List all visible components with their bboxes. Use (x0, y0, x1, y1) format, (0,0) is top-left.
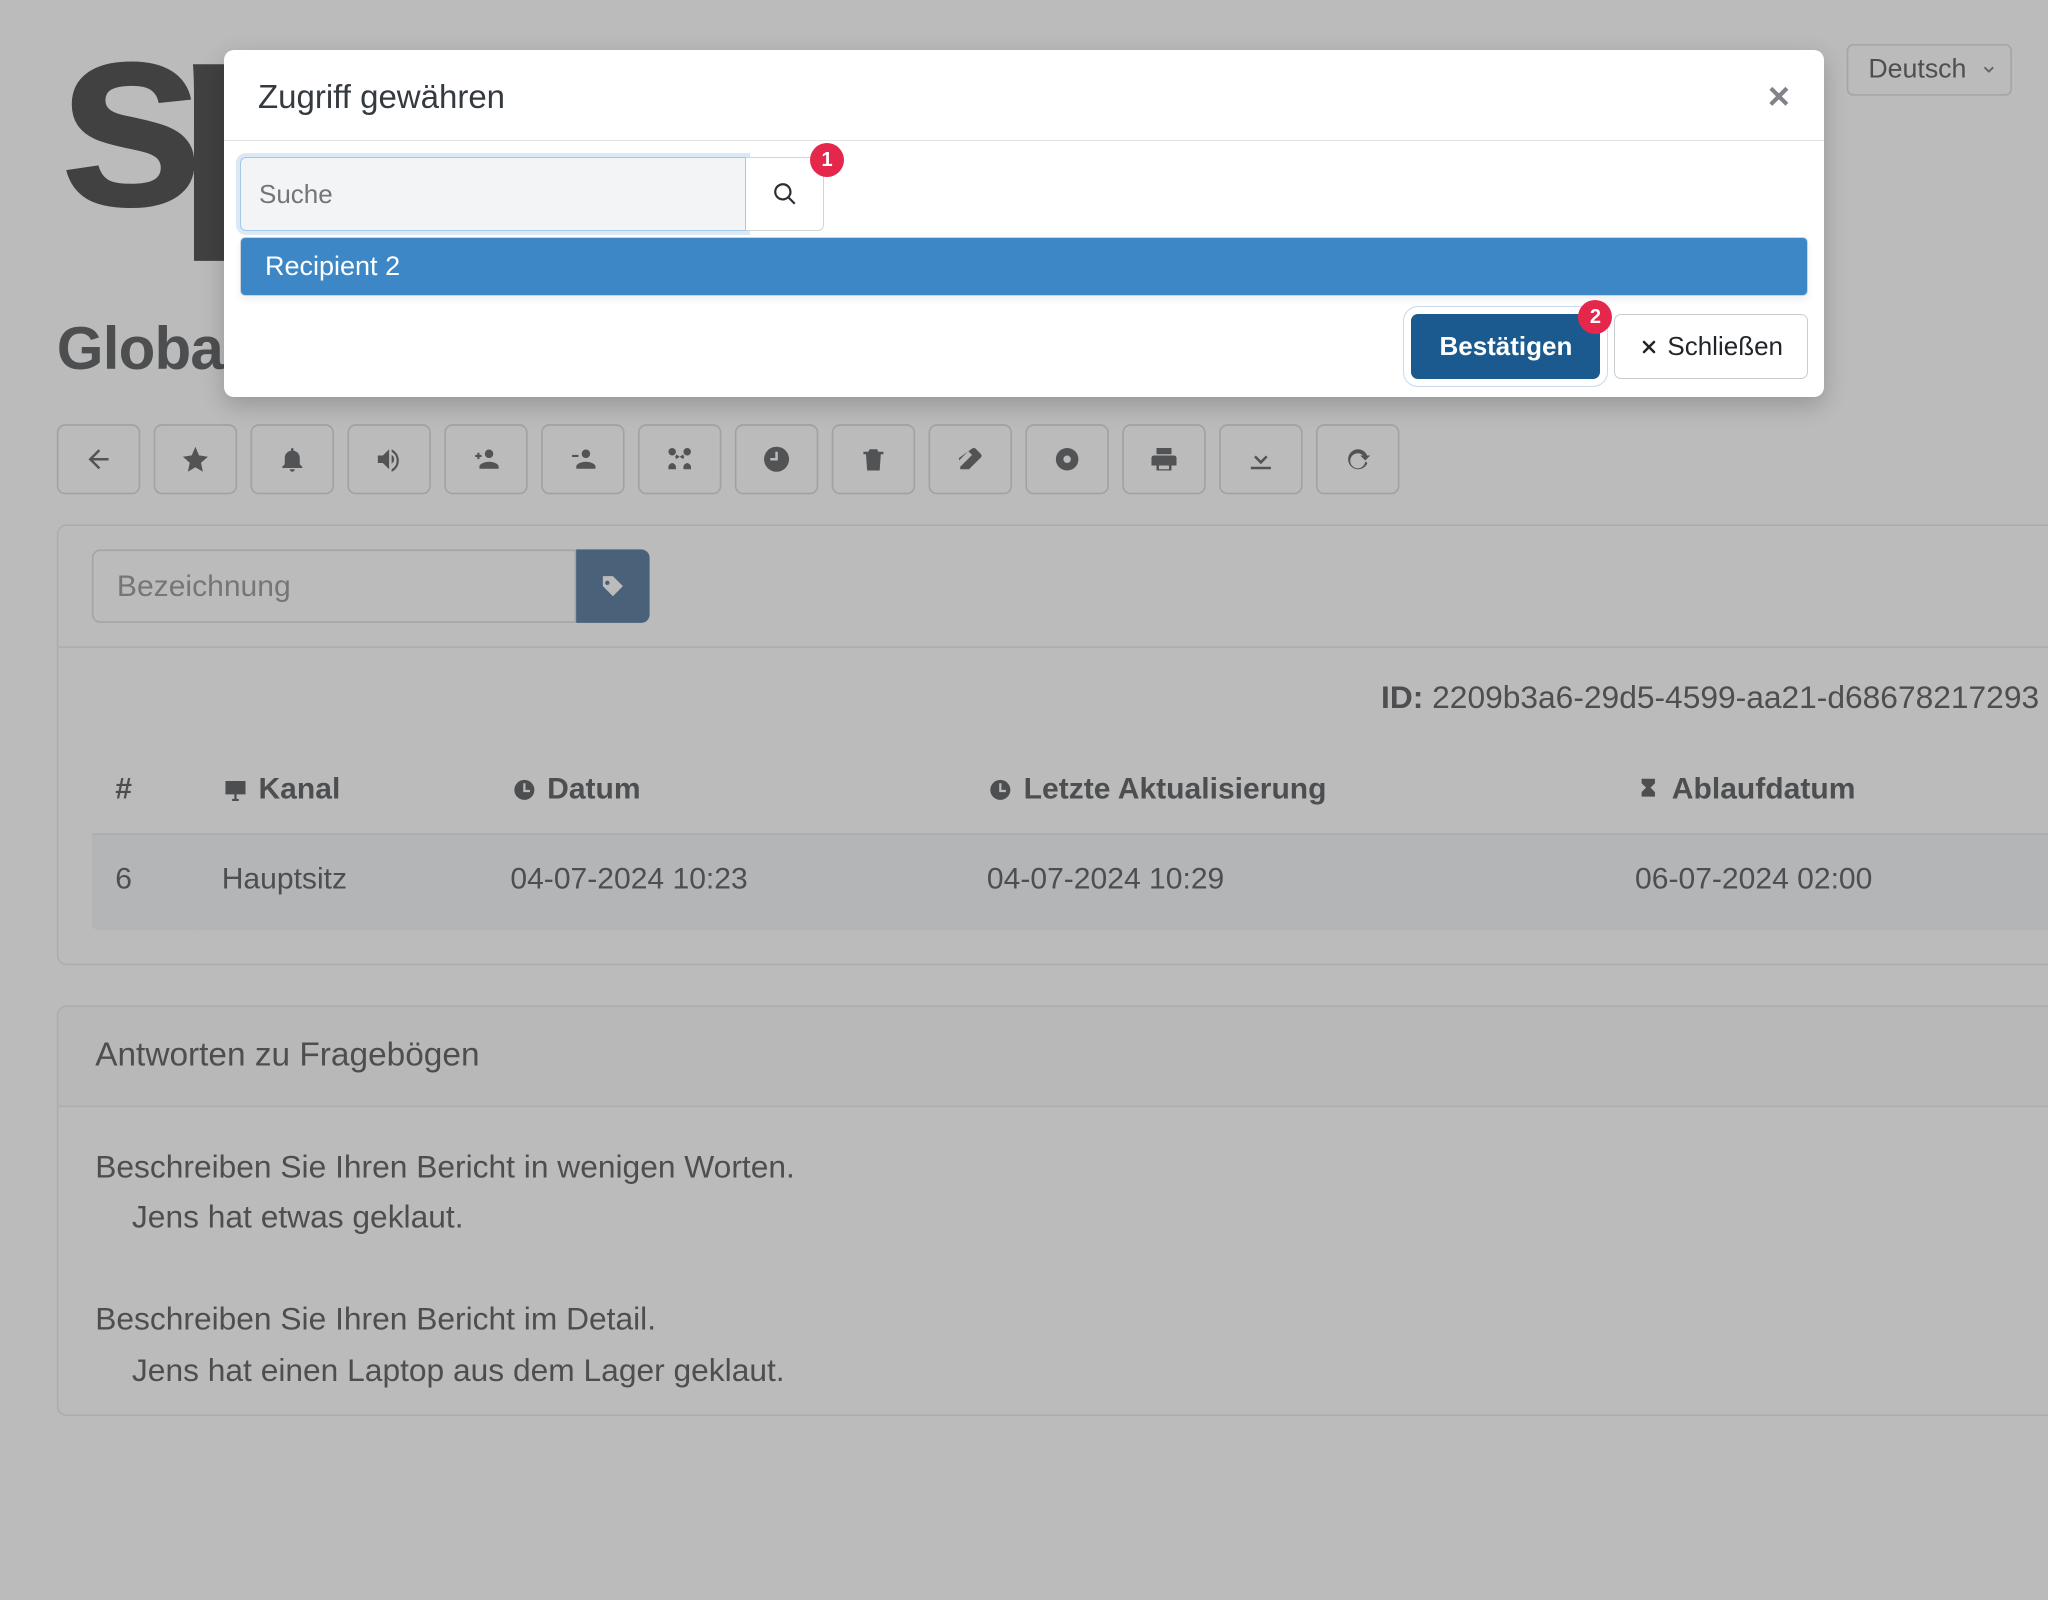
modal-close-x[interactable]: × (1768, 78, 1790, 116)
recipient-dropdown: Recipient 2 (240, 237, 1808, 296)
grant-access-modal: Zugriff gewähren × 1 Recipient 2 Bestäti… (224, 50, 1824, 397)
close-icon: × (1768, 76, 1790, 118)
recipient-search-input[interactable] (240, 157, 746, 231)
search-icon (772, 181, 798, 207)
modal-footer: Bestätigen 2 Schließen (224, 304, 1824, 397)
recipient-search-group: 1 (240, 157, 824, 231)
modal-title: Zugriff gewähren (258, 78, 505, 116)
confirm-badge: 2 (1578, 300, 1612, 334)
recipient-option[interactable]: Recipient 2 (241, 238, 1807, 295)
close-icon (1639, 337, 1659, 357)
search-badge: 1 (810, 143, 844, 177)
modal-header: Zugriff gewähren × (224, 50, 1824, 141)
confirm-button[interactable]: Bestätigen 2 (1411, 314, 1600, 379)
close-button[interactable]: Schließen (1614, 314, 1808, 379)
modal-body: 1 Recipient 2 (224, 141, 1824, 304)
